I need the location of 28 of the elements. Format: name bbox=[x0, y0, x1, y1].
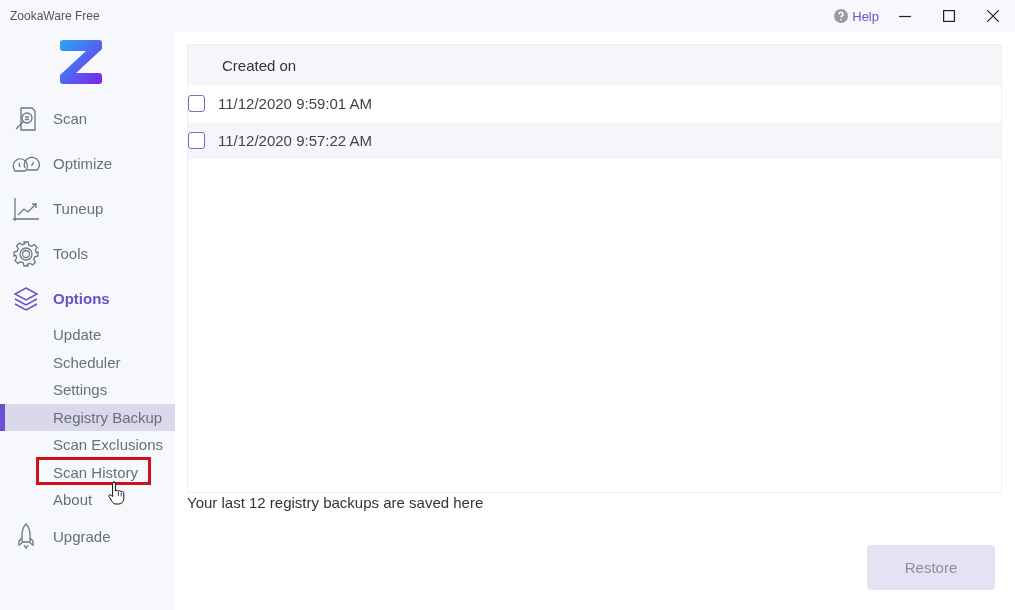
table-cell: 11/12/2020 9:59:01 AM bbox=[218, 95, 372, 112]
sidebar-subitem[interactable]: Registry Backup bbox=[0, 403, 175, 431]
gear-icon bbox=[12, 239, 40, 268]
caption-text: Your last 12 registry backups are saved here bbox=[187, 493, 484, 513]
sidebar-item[interactable]: Optimize bbox=[0, 141, 175, 186]
hand-pointer-icon bbox=[108, 481, 125, 505]
sidebar-item[interactable]: Options bbox=[0, 276, 175, 321]
sidebar-subitem[interactable]: Update bbox=[0, 321, 175, 349]
row-checkbox[interactable] bbox=[188, 95, 205, 112]
column-header: Created on bbox=[222, 56, 297, 74]
sidebar-subitem[interactable]: Scan Exclusions bbox=[0, 431, 175, 459]
sidebar-item[interactable]: Tools bbox=[0, 231, 175, 276]
sidebar-subitem[interactable]: Scheduler bbox=[0, 348, 175, 376]
layers-icon bbox=[12, 284, 40, 313]
sidebar-subitem[interactable]: About bbox=[0, 486, 175, 514]
logo-icon bbox=[60, 40, 102, 84]
sidebar-item[interactable]: Tuneup bbox=[0, 186, 175, 231]
window-title: ZookaWare Free bbox=[10, 9, 100, 23]
maximize-icon bbox=[943, 10, 955, 22]
table-cell: 11/12/2020 9:57:22 AM bbox=[218, 132, 372, 149]
sidebar-item[interactable]: Upgrade bbox=[0, 513, 175, 559]
row-checkbox[interactable] bbox=[188, 132, 205, 149]
close-icon bbox=[987, 10, 999, 22]
sidebar-subitem[interactable]: Scan History bbox=[0, 458, 175, 486]
help-icon bbox=[834, 9, 849, 23]
help-button[interactable]: Help bbox=[834, 0, 881, 32]
sidebar-item[interactable]: Scan bbox=[0, 96, 175, 141]
sidebar-subitem[interactable]: Settings bbox=[0, 376, 175, 404]
